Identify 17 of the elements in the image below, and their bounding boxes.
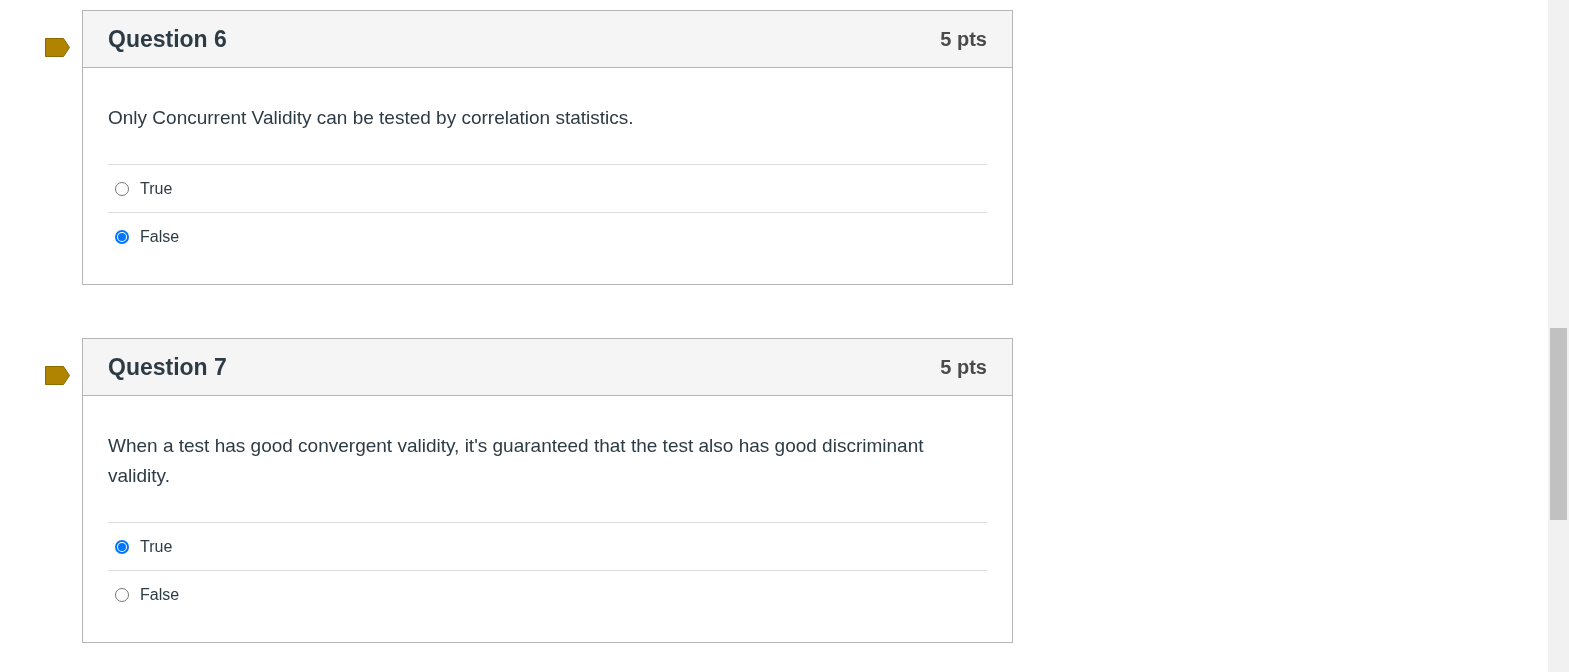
answer-label[interactable]: True	[140, 176, 173, 201]
radio-button[interactable]	[115, 587, 129, 602]
flag-icon[interactable]	[45, 38, 70, 57]
radio-button[interactable]	[115, 229, 129, 244]
flag-icon[interactable]	[45, 366, 70, 385]
answer-label[interactable]: False	[140, 582, 180, 607]
answer-label[interactable]: True	[140, 534, 173, 559]
question-title: Question 7	[108, 352, 227, 382]
radio-button[interactable]	[115, 181, 129, 196]
answer-label[interactable]: False	[140, 224, 180, 249]
question-title: Question 6	[108, 24, 227, 54]
radio-button[interactable]	[115, 539, 129, 554]
question-text: Only Concurrent Validity can be tested by correlation statistics.	[108, 106, 635, 130]
question-text: When a test has good convergent validity, it's guaranteed that the test also has good discriminant validity.	[108, 434, 925, 488]
points-label: 5 pts	[940, 355, 987, 380]
scrollbar-thumb[interactable]	[1550, 328, 1567, 520]
points-label: 5 pts	[940, 27, 987, 52]
